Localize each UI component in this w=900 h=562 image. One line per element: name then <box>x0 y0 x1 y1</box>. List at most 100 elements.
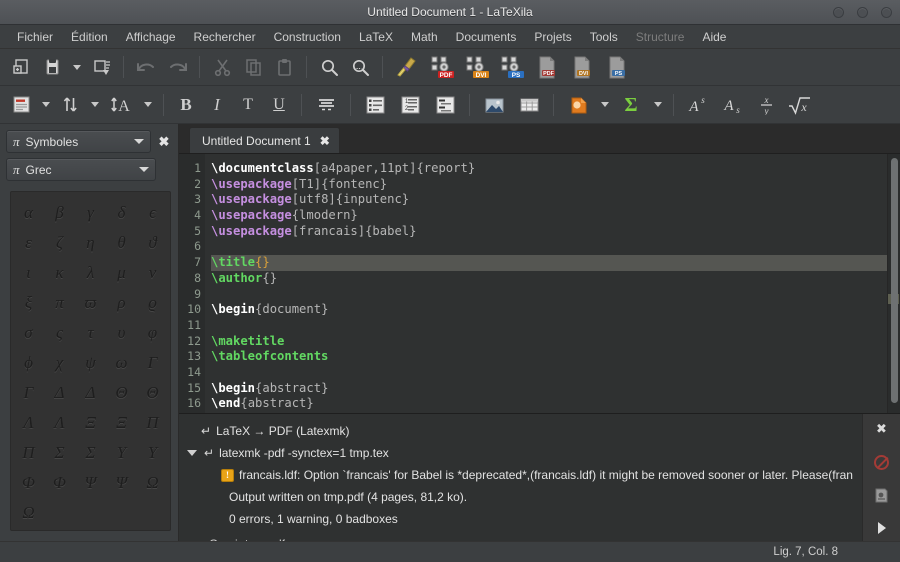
menu-construction[interactable]: Construction <box>265 27 350 47</box>
symbol-cell[interactable]: ϵ <box>137 198 168 228</box>
symbol-cell[interactable]: ς <box>44 318 75 348</box>
symbol-cell[interactable]: ν <box>137 258 168 288</box>
symbol-cell[interactable]: μ <box>106 258 137 288</box>
symbol-cell[interactable]: σ <box>13 318 44 348</box>
symbol-cell[interactable]: Φ <box>44 468 75 498</box>
symbol-cell[interactable]: Σ <box>75 438 106 468</box>
code-line[interactable]: \begin{abstract} <box>211 381 887 397</box>
symbol-cell[interactable]: ξ <box>13 288 44 318</box>
symbol-cell[interactable]: π <box>44 288 75 318</box>
symbol-cell[interactable]: ϖ <box>75 288 106 318</box>
code-line[interactable]: \tableofcontents <box>211 349 887 365</box>
symbol-cell[interactable]: Υ <box>137 438 168 468</box>
symbol-cell[interactable]: ρ <box>106 288 137 318</box>
symbol-cell[interactable]: υ <box>106 318 137 348</box>
symbol-cell[interactable]: Ω <box>137 468 168 498</box>
code-line[interactable]: \usepackage[utf8]{inputenc} <box>211 192 887 208</box>
symbol-cell[interactable]: Ψ <box>106 468 137 498</box>
code-line[interactable] <box>211 287 887 303</box>
close-side-panel-button[interactable]: ✖ <box>156 134 172 150</box>
side-panel-selector[interactable]: π Symboles <box>6 130 151 153</box>
build-ps-icon[interactable]: PS <box>495 53 529 81</box>
stop-build-button[interactable] <box>871 452 893 472</box>
code-line[interactable]: \usepackage[francais]{babel} <box>211 224 887 240</box>
subscript-icon[interactable]: A s <box>716 91 750 119</box>
insert-table-icon[interactable] <box>512 91 546 119</box>
code-line[interactable]: \author{} <box>211 271 887 287</box>
view-dvi-icon[interactable]: DVI <box>565 53 599 81</box>
menu-aide[interactable]: Aide <box>693 27 735 47</box>
menu-tools[interactable]: Tools <box>581 27 627 47</box>
code-line[interactable] <box>211 239 887 255</box>
tab-untitled-document-1[interactable]: Untitled Document 1 ✖ <box>189 127 340 153</box>
view-pdf-icon[interactable]: PDF <box>530 53 564 81</box>
symbol-cell[interactable]: Π <box>13 438 44 468</box>
symbol-cell[interactable]: Θ <box>106 378 137 408</box>
new-document-icon[interactable] <box>6 53 36 81</box>
font-size-icon[interactable]: A <box>104 91 138 119</box>
build-dvi-icon[interactable]: DVI <box>460 53 494 81</box>
menu-projets[interactable]: Projets <box>525 27 580 47</box>
symbol-cell[interactable]: ϱ <box>137 288 168 318</box>
menu-fichier[interactable]: Fichier <box>8 27 62 47</box>
symbol-cell[interactable]: λ <box>75 258 106 288</box>
menu-edition[interactable]: Édition <box>62 27 117 47</box>
symbol-cell[interactable]: η <box>75 228 106 258</box>
fraction-icon[interactable]: x y <box>751 91 781 119</box>
symbol-cell[interactable]: Γ <box>13 378 44 408</box>
build-output-list[interactable]: ↵ LaTeX → PDF (Latexmk) ↵ latexmk -pdf -… <box>179 414 862 541</box>
enumerate-list-icon[interactable]: 1 2 <box>393 91 427 119</box>
math-environment-dropdown-icon[interactable] <box>596 91 613 119</box>
bold-icon[interactable]: B <box>171 91 201 119</box>
symbol-cell[interactable]: θ <box>106 228 137 258</box>
symbol-category-selector[interactable]: π Grec <box>6 158 156 181</box>
symbol-cell[interactable]: ϑ <box>137 228 168 258</box>
code-line[interactable]: \title{} <box>211 255 887 271</box>
code-line[interactable]: \maketitle <box>211 334 887 350</box>
symbol-cell[interactable]: Λ <box>44 408 75 438</box>
source-editor[interactable]: 1 2 3 4 5 6 7 8 9 10 11 12 13 14 15 16 \documentclass[a… <box>179 154 887 413</box>
symbol-cell[interactable]: β <box>44 198 75 228</box>
insert-figure-icon[interactable] <box>477 91 511 119</box>
symbol-cell[interactable]: Φ <box>13 468 44 498</box>
tab-close-icon[interactable]: ✖ <box>320 134 330 148</box>
symbol-list[interactable]: αβγδϵεζηθϑικλμνξπϖρϱσςτυφϕχψωΓΓΔΔΘΘΛΛΞΞΠ… <box>10 191 171 531</box>
build-command-row[interactable]: ↵ latexmk -pdf -synctex=1 tmp.tex <box>187 442 862 464</box>
sectioning-icon[interactable] <box>6 91 36 119</box>
symbol-cell[interactable]: φ <box>137 318 168 348</box>
superscript-icon[interactable]: A s <box>681 91 715 119</box>
code-line[interactable]: \documentclass[a4paper,11pt]{report} <box>211 161 887 177</box>
open-document-icon[interactable] <box>37 53 67 81</box>
code-line[interactable]: \begin{document} <box>211 302 887 318</box>
symbol-cell[interactable]: Ψ <box>75 468 106 498</box>
scrollbar-thumb[interactable] <box>891 158 898 403</box>
code-line[interactable]: \usepackage{lmodern} <box>211 208 887 224</box>
symbol-cell[interactable]: Ξ <box>106 408 137 438</box>
menu-latex[interactable]: LaTeX <box>350 27 402 47</box>
close-output-button[interactable]: ✖ <box>871 419 893 439</box>
symbol-cell[interactable]: τ <box>75 318 106 348</box>
symbol-cell[interactable]: Θ <box>137 378 168 408</box>
open-dropdown-icon[interactable] <box>68 53 85 81</box>
symbol-cell[interactable]: ζ <box>44 228 75 258</box>
expander-triangle-icon[interactable] <box>187 450 197 456</box>
code-line[interactable] <box>211 365 887 381</box>
sectioning-dropdown-icon[interactable] <box>37 91 54 119</box>
view-log-button[interactable] <box>871 485 893 505</box>
minimize-button[interactable] <box>833 7 844 18</box>
build-warning-row[interactable]: ! francais.ldf: Option `francais' for Ba… <box>187 464 862 486</box>
underline-icon[interactable]: U <box>264 91 294 119</box>
maximize-button[interactable] <box>857 7 868 18</box>
symbol-cell[interactable]: γ <box>75 198 106 228</box>
build-next-step-row[interactable]: Ouvrir tmp.pdf <box>209 537 285 541</box>
math-operators-icon[interactable]: Σ <box>614 91 648 119</box>
symbol-cell[interactable]: Ω <box>13 498 44 528</box>
symbol-cell[interactable]: α <box>13 198 44 228</box>
code-line[interactable]: \end{abstract} <box>211 396 887 412</box>
menu-affichage[interactable]: Affichage <box>117 27 185 47</box>
menu-rechercher[interactable]: Rechercher <box>185 27 265 47</box>
itemize-list-icon[interactable] <box>358 91 392 119</box>
symbol-cell[interactable]: Δ <box>75 378 106 408</box>
math-environment-icon[interactable] <box>561 91 595 119</box>
symbol-cell[interactable]: ω <box>106 348 137 378</box>
